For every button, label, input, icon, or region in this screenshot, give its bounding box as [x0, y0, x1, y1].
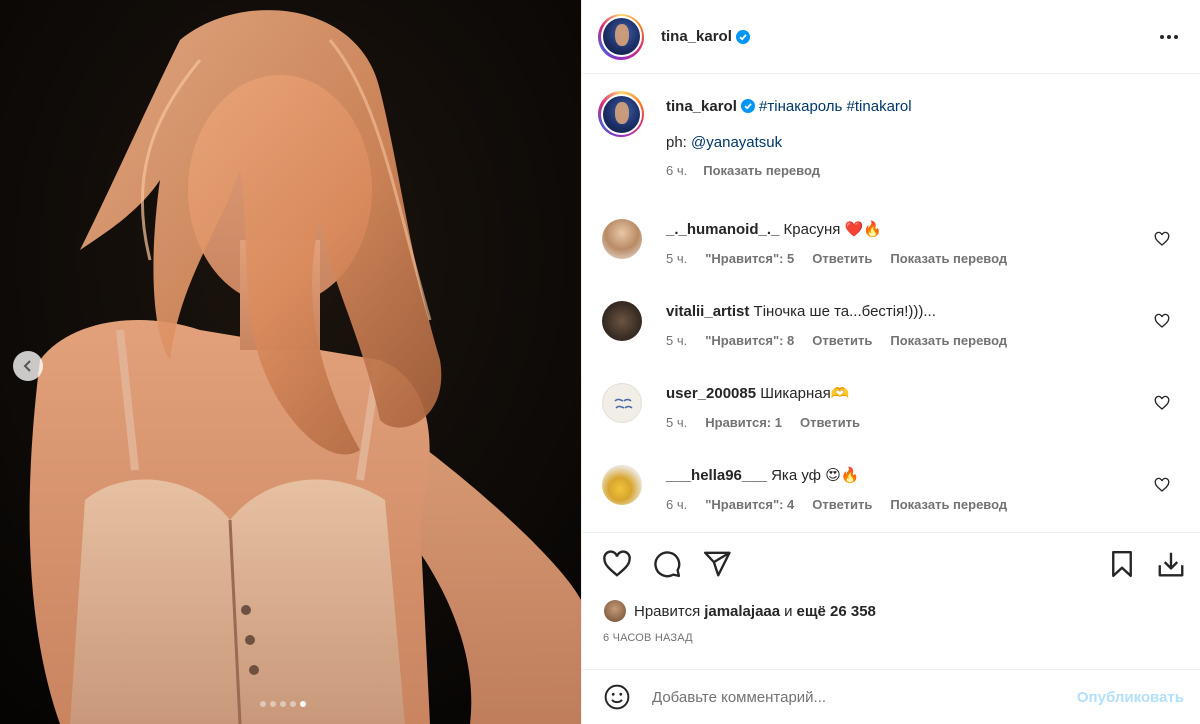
reply-button[interactable]: Ответить [812, 251, 872, 266]
comment-likes-count[interactable]: "Нравится": 8 [705, 333, 794, 348]
heart-icon[interactable] [1154, 477, 1170, 493]
comment-likes-count[interactable]: Нравится: 1 [705, 415, 782, 430]
carousel-dot [270, 701, 276, 707]
comment-item: user_200085 Шикарная🫶 5 ч. Нравится: 1 О… [598, 383, 1184, 443]
post-photo [0, 0, 581, 724]
add-comment-bar: Опубликовать [582, 669, 1200, 724]
likes-prefix: Нравится [634, 602, 701, 620]
heart-icon[interactable] [1154, 313, 1170, 329]
comment-item: _._humanoid_._ Красуня ❤️🔥 5 ч. "Нравитс… [598, 219, 1184, 279]
carousel-dot [260, 701, 266, 707]
likes-summary[interactable]: Нравится jamalajaaa и ещё 26 358 [604, 600, 880, 622]
author-avatar[interactable] [598, 13, 644, 60]
heart-icon[interactable] [1154, 231, 1170, 247]
commenter-username[interactable]: vitalii_artist [666, 303, 749, 320]
comment-emoji: 😍🔥 [825, 467, 860, 484]
mention-link[interactable]: @yanayatsuk [691, 134, 782, 151]
likes-connector: и [784, 602, 793, 620]
liker-username[interactable]: jamalajaaa [704, 603, 780, 620]
share-send-icon[interactable] [702, 549, 732, 579]
hashtag-link[interactable]: #tinakarol [847, 98, 912, 115]
hashtag-link[interactable]: #тінакароль [759, 98, 842, 115]
comment-emoji: 🫶 [830, 385, 850, 402]
heart-icon[interactable] [1154, 395, 1170, 411]
comment-timestamp[interactable]: 5 ч. [666, 251, 687, 266]
avatar-logo-icon [614, 398, 633, 409]
commenter-username[interactable]: _._humanoid_._ [666, 221, 779, 238]
caption-timestamp[interactable]: 6 ч. [666, 163, 687, 178]
post-details-panel: tina_karol tina_karol #тінакароль #tinak… [581, 0, 1200, 724]
reply-button[interactable]: Ответить [800, 415, 860, 430]
caption-username[interactable]: tina_karol [666, 98, 737, 115]
more-options-button[interactable] [1160, 34, 1178, 39]
download-icon[interactable] [1156, 549, 1186, 579]
commenter-avatar[interactable] [602, 219, 642, 259]
carousel-prev-button[interactable] [13, 351, 43, 381]
author-username[interactable]: tina_karol [661, 28, 732, 45]
comment-bubble-icon[interactable] [652, 549, 682, 579]
comment-timestamp[interactable]: 5 ч. [666, 415, 687, 430]
comment-likes-count[interactable]: "Нравится": 4 [705, 497, 794, 512]
post-media[interactable] [0, 0, 581, 724]
post-actions-bar [582, 532, 1200, 600]
comment-timestamp[interactable]: 5 ч. [666, 333, 687, 348]
post-time-ago[interactable]: 6 ЧАСОВ НАЗАД [603, 632, 693, 644]
caption-author-avatar[interactable] [598, 91, 644, 137]
comment-text: Тіночка ше та...бестія!)))... [753, 303, 936, 320]
reply-button[interactable]: Ответить [812, 333, 872, 348]
translate-link[interactable]: Показать перевод [890, 497, 1007, 512]
post-header: tina_karol [582, 0, 1200, 74]
carousel-indicator [260, 701, 306, 707]
chevron-left-icon [23, 360, 31, 372]
comment-timestamp[interactable]: 6 ч. [666, 497, 687, 512]
bookmark-icon[interactable] [1107, 549, 1137, 579]
caption-credit-label: ph: [666, 134, 687, 151]
translate-link[interactable]: Показать перевод [890, 333, 1007, 348]
commenter-username[interactable]: ___hella96___ [666, 467, 767, 484]
carousel-dot [290, 701, 296, 707]
comment-text: Шикарная [760, 385, 831, 402]
carousel-dot-active [300, 701, 306, 707]
comment-input[interactable] [652, 688, 1077, 706]
liker-avatar [604, 600, 626, 622]
translate-link[interactable]: Показать перевод [703, 163, 820, 178]
commenter-avatar[interactable] [602, 465, 642, 505]
commenter-username[interactable]: user_200085 [666, 385, 756, 402]
comment-emoji: ❤️🔥 [844, 221, 882, 238]
commenter-avatar[interactable] [602, 383, 642, 423]
comment-text: Красуня [783, 221, 841, 238]
publish-button[interactable]: Опубликовать [1077, 689, 1184, 706]
verified-badge-icon [740, 99, 755, 113]
likes-others-count[interactable]: ещё 26 358 [797, 603, 876, 620]
carousel-dot [280, 701, 286, 707]
comment-item: ___hella96___ Яка уф 😍🔥 6 ч. "Нравится":… [598, 465, 1184, 525]
verified-badge-icon [735, 29, 750, 44]
comment-item: vitalii_artist Тіночка ше та...бестія!))… [598, 301, 1184, 361]
commenter-avatar[interactable] [602, 301, 642, 341]
translate-link[interactable]: Показать перевод [890, 251, 1007, 266]
reply-button[interactable]: Ответить [812, 497, 872, 512]
comment-likes-count[interactable]: "Нравится": 5 [705, 251, 794, 266]
comments-section[interactable]: tina_karol #тінакароль #tinakarol ph: @y… [582, 75, 1200, 532]
like-heart-icon[interactable] [602, 549, 632, 579]
comment-text: Яка уф [771, 467, 822, 484]
emoji-icon[interactable] [604, 684, 630, 710]
